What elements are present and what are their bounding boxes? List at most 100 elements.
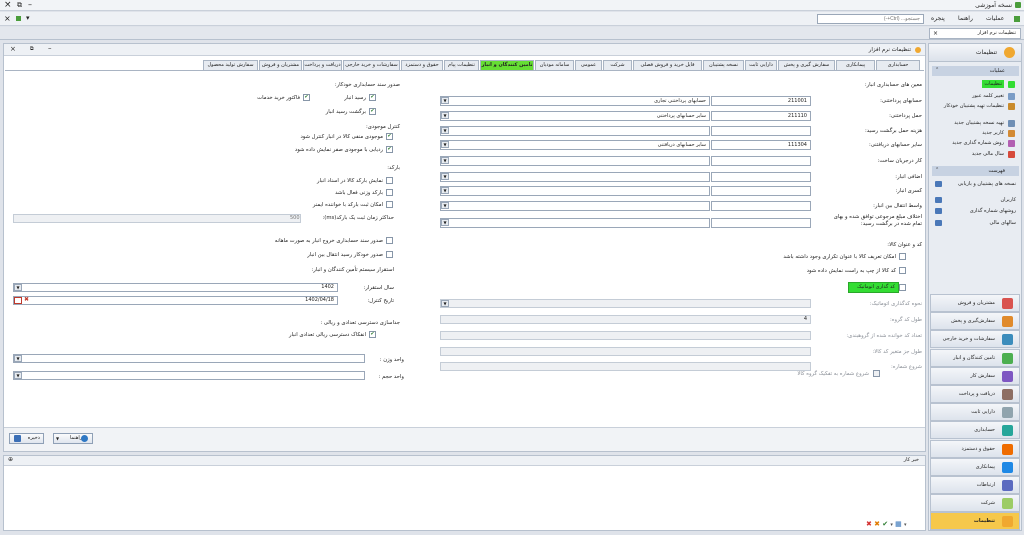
account-code-input[interactable] [711,126,811,136]
module-button[interactable]: دریافت و پرداخت [930,385,1020,403]
grid-icon[interactable]: ▦ [895,520,902,528]
account-dropdown[interactable]: ▼ [441,127,449,134]
account-code-input[interactable]: 211001 [711,96,811,106]
module-button[interactable]: سفارشات و خرید خارجی [930,330,1020,349]
sidebar-op-item[interactable]: تنظیمات تهیه پشتیبان خودکار [934,103,1016,110]
tab-8[interactable]: عمومی [575,60,602,70]
collapse-icon[interactable]: ⌃ [935,67,939,73]
collapse-icon[interactable]: ⌃ [935,167,939,173]
module-button[interactable]: سفارش‌گیری و پخش [930,312,1020,331]
weight-unit-select[interactable] [13,354,365,363]
start-by-group-checkbox[interactable] [873,370,880,377]
account-code-input[interactable] [711,156,811,166]
account-name-input[interactable] [440,186,710,196]
module-button[interactable]: دارایی ثابت [930,403,1020,422]
volume-unit-select[interactable] [13,371,365,380]
tab-14[interactable]: دریافت و پرداخت [303,60,342,70]
barcode-time-input[interactable]: 500 [13,214,301,223]
tab-2[interactable]: پیمانکاری [836,60,875,70]
account-name-input[interactable]: حسابهای پرداختنی تجاری [440,96,710,106]
more-icon[interactable]: ▾ [904,522,907,528]
clear-icon[interactable]: ✖ [874,520,880,528]
account-dropdown[interactable]: ▼ [441,157,449,164]
panel-restore-icon[interactable]: ⧉ [30,46,34,52]
sidebar-list-item[interactable]: نسخه های پشتیبان و بازیابی [934,181,1016,187]
confirm-icon[interactable]: ✔ [882,520,888,528]
menu-window[interactable]: پنجره [931,15,945,22]
close-icon[interactable]: × [4,14,11,23]
auto-field-input[interactable]: 4 [440,315,811,324]
store-receipt-checkbox[interactable]: ✔ [369,94,376,101]
document-tab[interactable]: تنظیمات نرم افزار × [929,28,1021,39]
sidebar-op-item[interactable]: تنظیمات [934,80,1016,88]
tab-13[interactable]: سفارشات و خرید خارجی [343,60,400,70]
module-button[interactable]: پیمانکاری [930,457,1020,476]
sidebar-list-item[interactable]: سالهای مالی [934,220,1016,226]
document-tab-close[interactable]: × [933,29,938,38]
account-name-input[interactable] [440,172,710,182]
tab-15[interactable]: مشتریان و فروش [259,60,302,70]
panel-minimize-icon[interactable]: – [48,44,52,52]
auto-code-toggle[interactable]: کد گذاری اتوماتیک [848,282,899,293]
sidebar-list-item[interactable]: کاربران [934,197,1016,203]
module-button[interactable]: ارتباطات [930,476,1020,494]
receipt-return-checkbox[interactable]: ✔ [369,108,376,115]
pin-icon[interactable]: ⊕ [8,456,13,463]
account-code-input[interactable] [711,172,811,182]
account-dropdown[interactable]: ▼ [441,141,449,148]
tab-10[interactable]: تامین کنندگان و انبار [480,60,534,70]
calendar-icon[interactable] [14,297,22,304]
module-button[interactable]: تنظیمات [930,512,1020,531]
module-button[interactable]: حسابداری [930,421,1020,440]
sidebar-op-item[interactable]: تهیه نسخه پشتیبان جدید [934,120,1016,127]
account-name-input[interactable] [440,156,710,166]
module-button[interactable]: تامین کنندگان و انبار [930,348,1020,367]
sidebar-op-item[interactable]: روش شماره گذاری جدید [934,140,1016,147]
account-dropdown[interactable]: ▼ [441,112,449,119]
sidebar-op-item[interactable]: سال مالی جدید [934,151,1016,158]
weight-unit-dropdown[interactable]: ▼ [14,355,22,362]
tab-5[interactable]: نسخه پشتیبان [703,60,744,70]
delete-icon[interactable]: ✖ [866,520,872,528]
auto-mode-dropdown[interactable]: ▼ [441,300,449,307]
account-dropdown[interactable]: ▼ [441,202,449,209]
help-button[interactable]: راهنما ▼ [53,433,93,444]
fiscal-year-input[interactable]: 1402 [13,283,338,292]
monthly-exit-checkbox[interactable] [386,237,393,244]
zero-stock-checkbox[interactable]: ✔ [386,146,393,153]
module-button[interactable]: حقوق و دستمزد [930,439,1020,458]
sidebar-list-item[interactable]: روشهای شماره گذاری [934,208,1016,214]
control-date-input[interactable]: 1402/04/18 [13,296,338,305]
ltr-code-checkbox[interactable] [899,267,906,274]
account-name-input[interactable] [440,126,710,136]
account-code-input[interactable] [711,186,811,196]
tab-7[interactable]: شرکت [603,60,632,70]
auto-field-input[interactable] [440,347,811,356]
show-barcode-checkbox[interactable] [386,177,393,184]
duplicate-title-checkbox[interactable] [899,253,906,260]
panel-close-icon[interactable]: × [10,45,16,53]
auto-field-input[interactable] [440,362,811,371]
tab-11[interactable]: تنظیمات پیام [444,60,479,70]
volume-unit-dropdown[interactable]: ▼ [14,372,22,379]
account-code-input[interactable]: 211110 [711,111,811,121]
account-dropdown[interactable]: ▼ [441,173,449,180]
close-button[interactable]: × [4,0,12,10]
account-dropdown[interactable]: ▼ [441,97,449,104]
negative-stock-checkbox[interactable]: ✔ [386,133,393,140]
tab-4[interactable]: دارایی ثابت [745,60,777,70]
tab-3[interactable]: سفارش گیری و پخش [778,60,835,70]
service-invoice-checkbox[interactable]: ✔ [303,94,310,101]
account-name-input[interactable] [440,201,710,211]
account-code-input[interactable] [711,201,811,211]
account-name-input[interactable] [440,218,710,228]
fiscal-year-dropdown[interactable]: ▼ [14,284,22,291]
account-name-input[interactable]: سایر حسابهای دریافتنی [440,140,710,150]
tab-6[interactable]: فایل خرید و فروش فصلی [633,60,702,70]
minimize-button[interactable]: – [28,0,32,9]
tab-12[interactable]: حقوق و دستمزد [401,60,443,70]
module-button[interactable]: شرکت [930,494,1020,513]
tab-16[interactable]: سفارش تولید محصول [203,60,258,70]
restore-button[interactable]: ⧉ [17,1,22,10]
account-dropdown[interactable]: ▼ [441,187,449,194]
